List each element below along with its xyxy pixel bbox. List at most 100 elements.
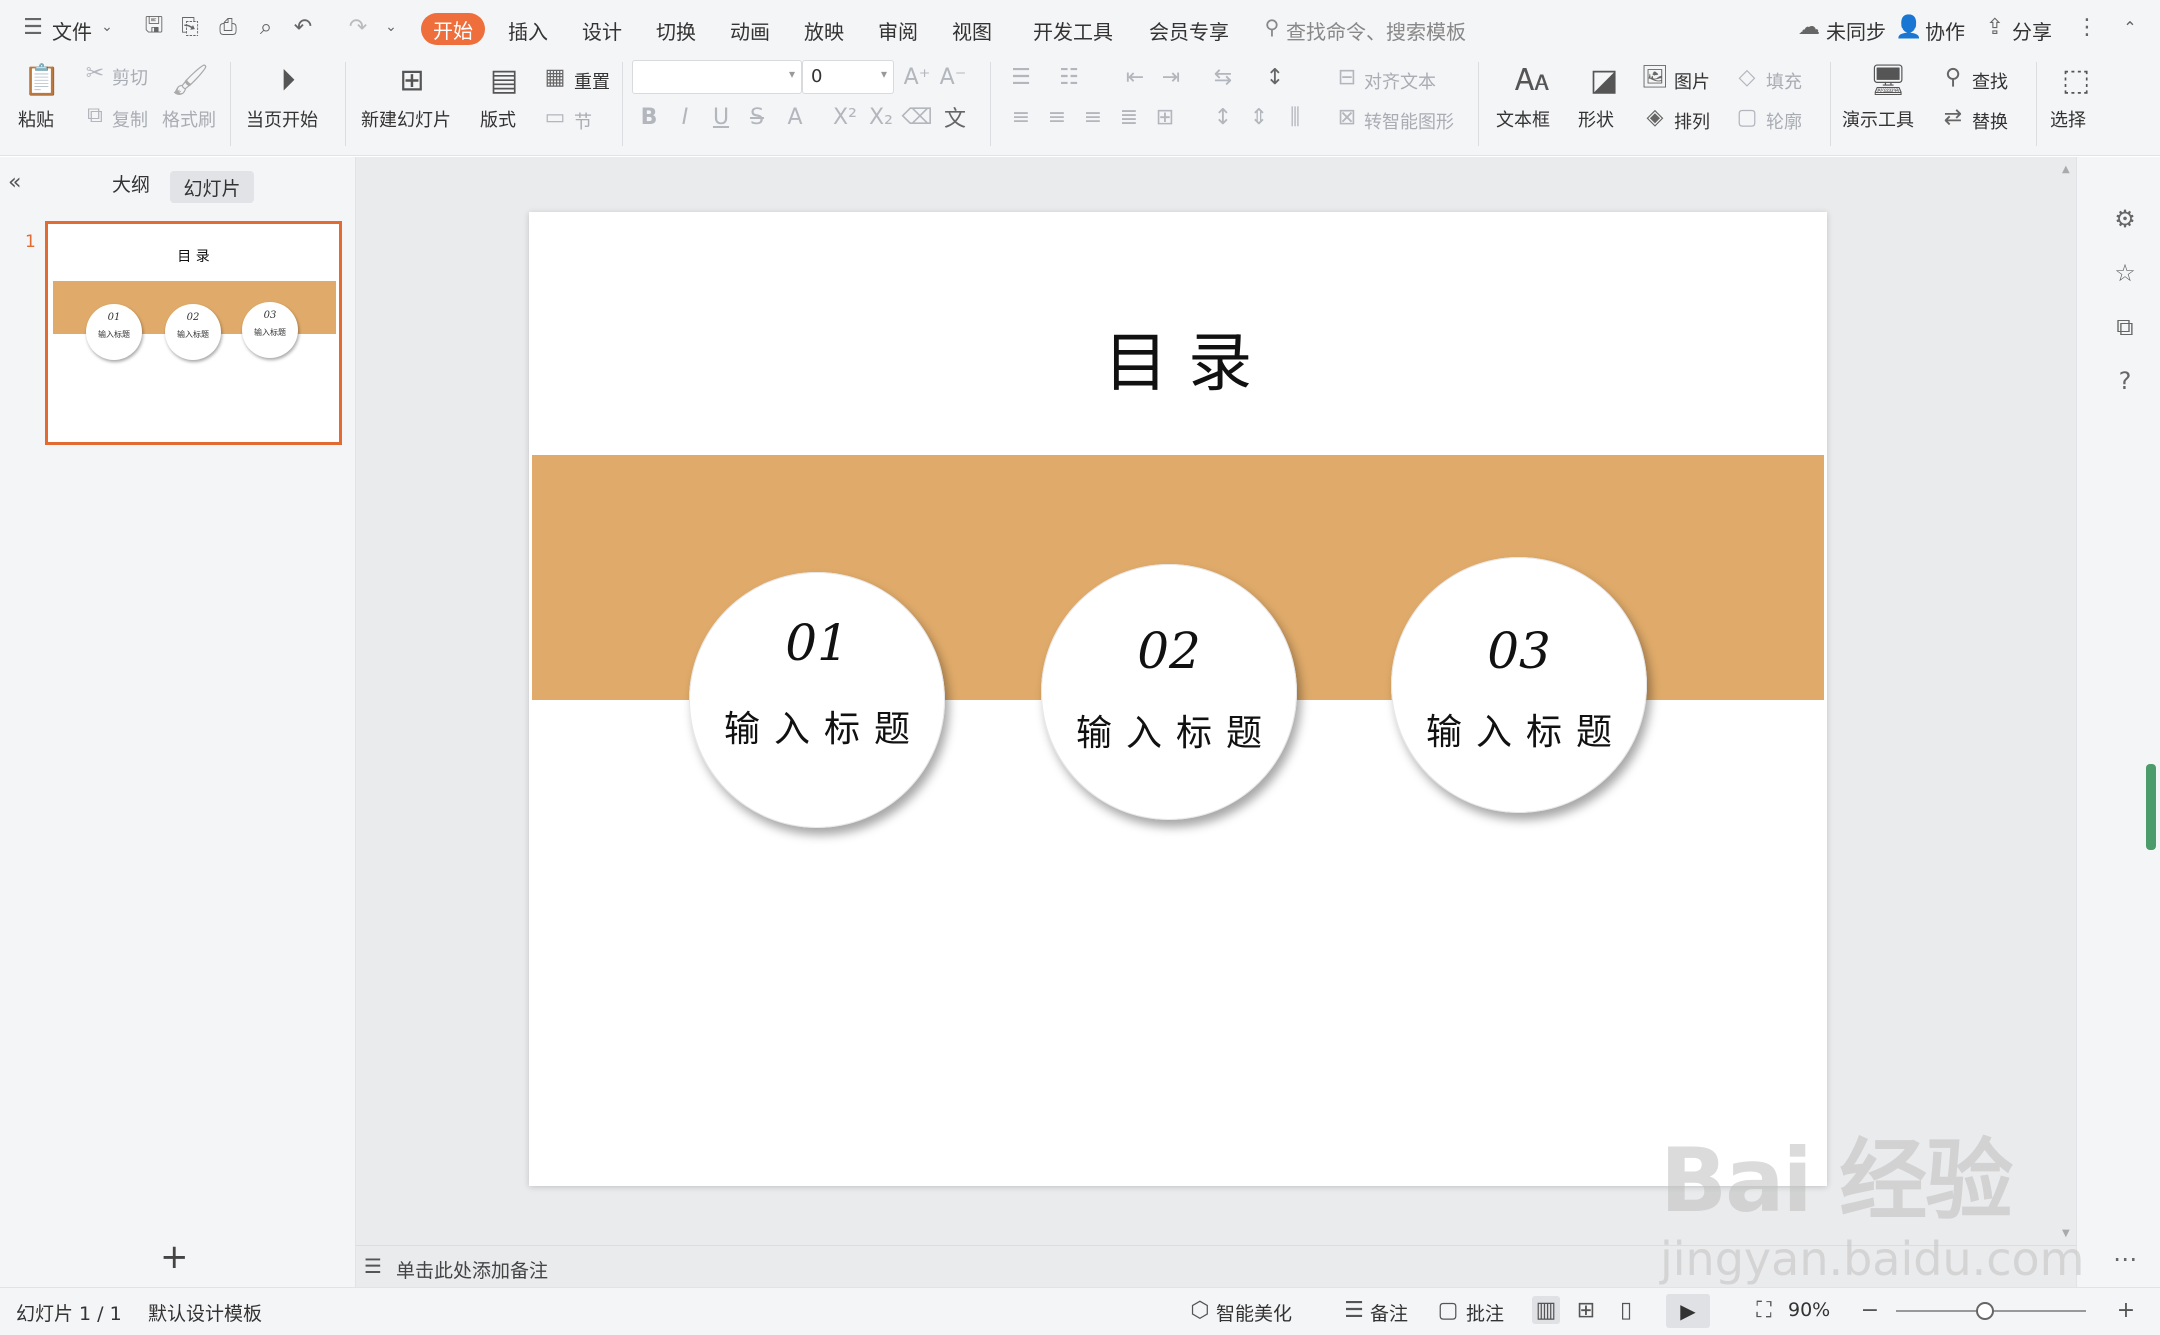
copy-button[interactable]: 复制 bbox=[112, 106, 148, 132]
paste-icon[interactable]: 📋 bbox=[22, 60, 62, 100]
decrease-indent-icon[interactable]: ⇤ bbox=[1122, 64, 1148, 90]
font-size-select[interactable]: 0 ▾ bbox=[802, 60, 894, 94]
favorite-icon[interactable]: ☆ bbox=[2110, 258, 2140, 288]
picture-icon[interactable]: 🖼 bbox=[1641, 64, 1669, 90]
tab-review[interactable]: 审阅 bbox=[878, 16, 918, 45]
collapse-ribbon-icon[interactable]: ⌃ bbox=[2117, 14, 2143, 40]
replace-button[interactable]: 替换 bbox=[1972, 108, 2008, 134]
smart-beautify-button[interactable]: 智能美化 bbox=[1216, 1299, 1292, 1326]
tab-slideshow[interactable]: 放映 bbox=[804, 16, 844, 45]
strikethrough-icon[interactable]: S bbox=[744, 104, 770, 130]
outline-button[interactable]: 轮廓 bbox=[1766, 108, 1802, 134]
shape-button[interactable]: 形状 bbox=[1578, 106, 1614, 132]
collapse-panel-icon[interactable]: « bbox=[8, 170, 21, 195]
italic-icon[interactable]: I bbox=[672, 104, 698, 130]
phonetic-icon[interactable]: 文 bbox=[942, 104, 968, 132]
help-icon[interactable]: ? bbox=[2110, 366, 2140, 396]
outline-icon[interactable]: ▢ bbox=[1734, 104, 1760, 130]
share-button[interactable]: 分享 bbox=[2012, 16, 2052, 45]
print-preview-icon[interactable]: ⌕ bbox=[253, 14, 279, 40]
sorter-view-icon[interactable]: ⊞ bbox=[1572, 1296, 1600, 1324]
toc-circle-03[interactable]: 03 输入标题 bbox=[1391, 557, 1647, 813]
save-icon[interactable]: 🖫 bbox=[141, 13, 167, 40]
tab-insert[interactable]: 插入 bbox=[508, 16, 548, 45]
zoom-in-icon[interactable]: + bbox=[2112, 1296, 2140, 1324]
reading-view-icon[interactable]: ▯ bbox=[1612, 1296, 1640, 1324]
textbox-icon[interactable]: 🗛 bbox=[1512, 60, 1552, 100]
align-text-icon[interactable]: ⊟ bbox=[1334, 64, 1360, 90]
column-spacing-icon[interactable]: ⇕ bbox=[1246, 104, 1272, 130]
cut-icon[interactable]: ✂ bbox=[82, 60, 108, 86]
find-button[interactable]: 查找 bbox=[1972, 68, 2008, 94]
redo-icon[interactable]: ↷ bbox=[345, 14, 371, 40]
columns-icon[interactable]: ⫼ bbox=[1282, 104, 1308, 130]
select-button[interactable]: 选择 bbox=[2050, 106, 2086, 132]
design-template[interactable]: 默认设计模板 bbox=[148, 1299, 262, 1326]
toc-circle-01[interactable]: 01 输入标题 bbox=[689, 572, 945, 828]
notes-toggle-button[interactable]: 备注 bbox=[1370, 1299, 1408, 1326]
print-icon[interactable]: ⎙ bbox=[215, 14, 241, 40]
textbox-button[interactable]: 文本框 bbox=[1496, 106, 1550, 132]
align-right-icon[interactable]: ≡ bbox=[1080, 104, 1106, 130]
export-icon[interactable]: ⎘ bbox=[177, 14, 203, 40]
hamburger-icon[interactable]: ☰ bbox=[20, 14, 46, 40]
align-left-icon[interactable]: ≡ bbox=[1008, 104, 1034, 130]
command-search[interactable]: 查找命令、搜索模板 bbox=[1286, 16, 1466, 45]
undo-icon[interactable]: ↶ bbox=[290, 14, 316, 40]
font-grow-icon[interactable]: A⁺ bbox=[904, 64, 931, 90]
tab-developer[interactable]: 开发工具 bbox=[1033, 16, 1113, 45]
numbered-list-icon[interactable]: ☷ bbox=[1056, 64, 1082, 90]
slide-canvas[interactable]: 目 录 01 输入标题 02 输入标题 03 输入标题 bbox=[529, 212, 1827, 1186]
shape-icon[interactable]: ◪ bbox=[1584, 60, 1624, 100]
section-icon[interactable]: ▭ bbox=[542, 104, 568, 130]
arrange-icon[interactable]: ◈ bbox=[1642, 104, 1668, 130]
more-options-icon[interactable]: ⋮ bbox=[2074, 14, 2100, 40]
select-icon[interactable]: ⬚ bbox=[2056, 60, 2096, 100]
subscript-icon[interactable]: X₂ bbox=[868, 104, 894, 130]
paragraph-spacing-icon[interactable]: ↕ bbox=[1210, 104, 1236, 130]
file-menu[interactable]: 文件 bbox=[52, 16, 92, 45]
fill-icon[interactable]: ◇ bbox=[1734, 64, 1760, 90]
tab-design[interactable]: 设计 bbox=[582, 16, 622, 45]
notes-placeholder[interactable]: 单击此处添加备注 bbox=[396, 1256, 548, 1283]
tab-view[interactable]: 视图 bbox=[952, 16, 992, 45]
more-icon[interactable]: ⋯ bbox=[2110, 1244, 2140, 1274]
fill-button[interactable]: 填充 bbox=[1766, 68, 1802, 94]
paste-button[interactable]: 粘贴 bbox=[18, 106, 54, 132]
bullet-list-icon[interactable]: ☰ bbox=[1008, 64, 1034, 90]
format-painter-icon[interactable]: 🖌 bbox=[170, 60, 210, 100]
layout-button[interactable]: 版式 bbox=[480, 106, 516, 132]
normal-view-icon[interactable]: ▥ bbox=[1532, 1296, 1560, 1324]
new-slide-button[interactable]: 新建幻灯片 bbox=[361, 106, 451, 132]
fit-window-icon[interactable]: ⛶ bbox=[1750, 1296, 1778, 1324]
font-color-icon[interactable]: A bbox=[782, 104, 808, 130]
increase-indent-icon[interactable]: ⇥ bbox=[1158, 64, 1184, 90]
play-circle-icon[interactable]: ⏵ bbox=[268, 60, 308, 100]
clear-format-icon[interactable]: ⌫ bbox=[901, 104, 932, 130]
start-from-current-button[interactable]: 当页开始 bbox=[246, 106, 318, 132]
new-slide-icon[interactable]: ⊞ bbox=[392, 60, 432, 100]
reset-button[interactable]: 重置 bbox=[574, 68, 610, 94]
zoom-out-icon[interactable]: − bbox=[1856, 1296, 1884, 1324]
align-text-button[interactable]: 对齐文本 bbox=[1364, 68, 1436, 94]
properties-icon[interactable]: ⚙ bbox=[2110, 204, 2140, 234]
replace-icon[interactable]: ⇄ bbox=[1940, 104, 1966, 130]
play-slideshow-button[interactable]: ▶ bbox=[1666, 1294, 1710, 1328]
font-family-select[interactable]: ▾ bbox=[632, 60, 802, 94]
vertical-scrollbar[interactable]: ▲ ▼ bbox=[2060, 160, 2074, 1240]
tab-animation[interactable]: 动画 bbox=[730, 16, 770, 45]
tab-home[interactable]: 开始 bbox=[421, 13, 485, 45]
toc-circle-02[interactable]: 02 输入标题 bbox=[1041, 564, 1297, 820]
find-icon[interactable]: ⚲ bbox=[1940, 64, 1966, 90]
font-shrink-icon[interactable]: A⁻ bbox=[940, 64, 967, 90]
align-center-icon[interactable]: ≡ bbox=[1044, 104, 1070, 130]
add-slide-icon[interactable]: + bbox=[160, 1240, 189, 1274]
cut-button[interactable]: 剪切 bbox=[112, 64, 148, 90]
bold-icon[interactable]: B bbox=[636, 104, 662, 130]
superscript-icon[interactable]: X² bbox=[832, 104, 858, 130]
distribute-icon[interactable]: ⊞ bbox=[1152, 104, 1178, 130]
tab-slides[interactable]: 幻灯片 bbox=[170, 171, 254, 203]
section-button[interactable]: 节 bbox=[574, 108, 592, 134]
chevron-down-icon[interactable]: ⌄ bbox=[94, 14, 120, 40]
smart-shape-button[interactable]: 转智能图形 bbox=[1364, 108, 1454, 134]
